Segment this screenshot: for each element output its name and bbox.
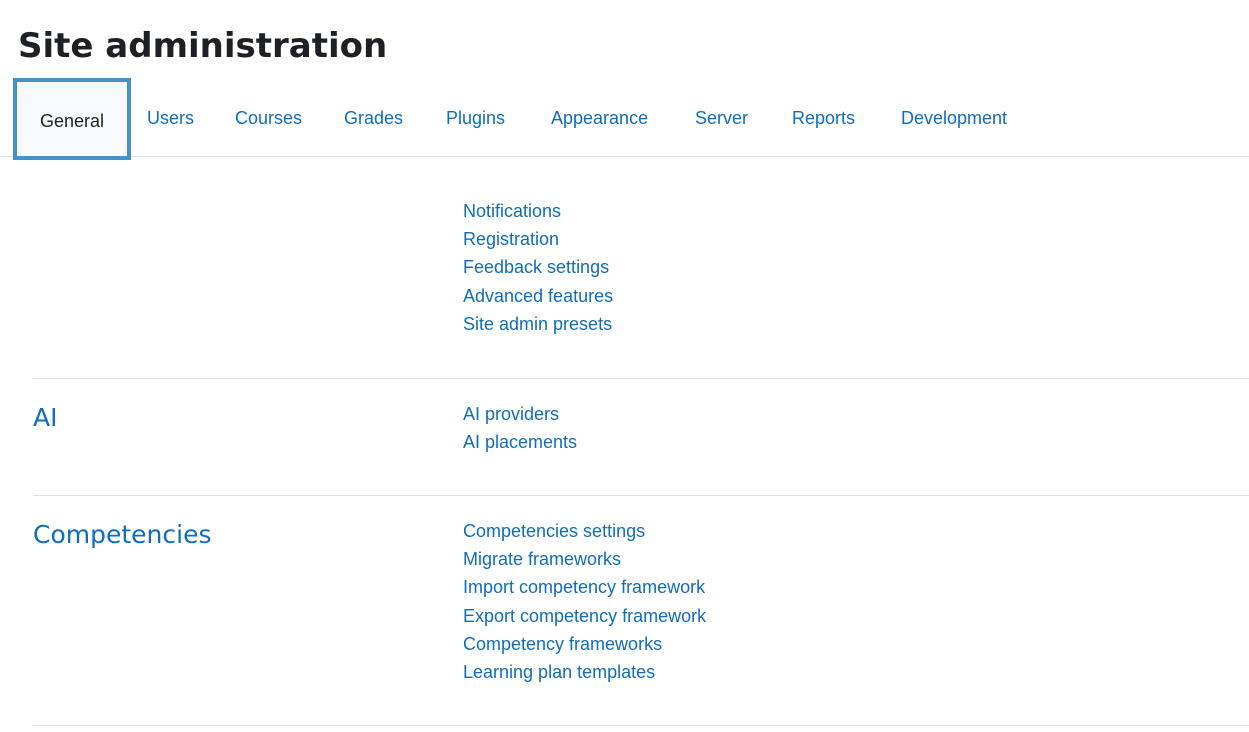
link-learning-plan-templates[interactable]: Learning plan templates [463, 658, 706, 686]
link-feedback-settings[interactable]: Feedback settings [463, 253, 613, 281]
link-advanced-features[interactable]: Advanced features [463, 282, 613, 310]
page-title: Site administration [18, 26, 388, 66]
link-competency-frameworks[interactable]: Competency frameworks [463, 630, 706, 658]
section-general: Notifications Registration Feedback sett… [33, 197, 1249, 377]
tab-grades[interactable]: Grades [344, 80, 403, 156]
tab-general[interactable]: General [13, 78, 131, 160]
link-notifications[interactable]: Notifications [463, 197, 613, 225]
general-links: Notifications Registration Feedback sett… [463, 197, 613, 338]
tab-server[interactable]: Server [695, 80, 748, 156]
section-heading-competencies[interactable]: Competencies [33, 519, 211, 551]
link-ai-placements[interactable]: AI placements [463, 428, 577, 456]
section-competencies: Competencies Competencies settings Migra… [33, 495, 1249, 725]
link-import-competency-framework[interactable]: Import competency framework [463, 573, 706, 601]
admin-tabs: General Users Courses Grades Plugins App… [0, 78, 1249, 160]
tab-development[interactable]: Development [901, 80, 1007, 156]
link-competencies-settings[interactable]: Competencies settings [463, 517, 706, 545]
ai-links: AI providers AI placements [463, 400, 577, 456]
tab-appearance[interactable]: Appearance [551, 80, 648, 156]
tab-courses[interactable]: Courses [235, 80, 302, 156]
competencies-links: Competencies settings Migrate frameworks… [463, 517, 706, 686]
link-export-competency-framework[interactable]: Export competency framework [463, 602, 706, 630]
link-site-admin-presets[interactable]: Site admin presets [463, 310, 613, 338]
section-divider [33, 725, 1249, 726]
section-ai: AI AI providers AI placements [33, 378, 1249, 495]
tab-plugins[interactable]: Plugins [446, 80, 505, 156]
link-ai-providers[interactable]: AI providers [463, 400, 577, 428]
link-registration[interactable]: Registration [463, 225, 613, 253]
tab-users[interactable]: Users [147, 80, 194, 156]
tab-reports[interactable]: Reports [792, 80, 855, 156]
link-migrate-frameworks[interactable]: Migrate frameworks [463, 545, 706, 573]
section-heading-ai[interactable]: AI [33, 402, 57, 434]
